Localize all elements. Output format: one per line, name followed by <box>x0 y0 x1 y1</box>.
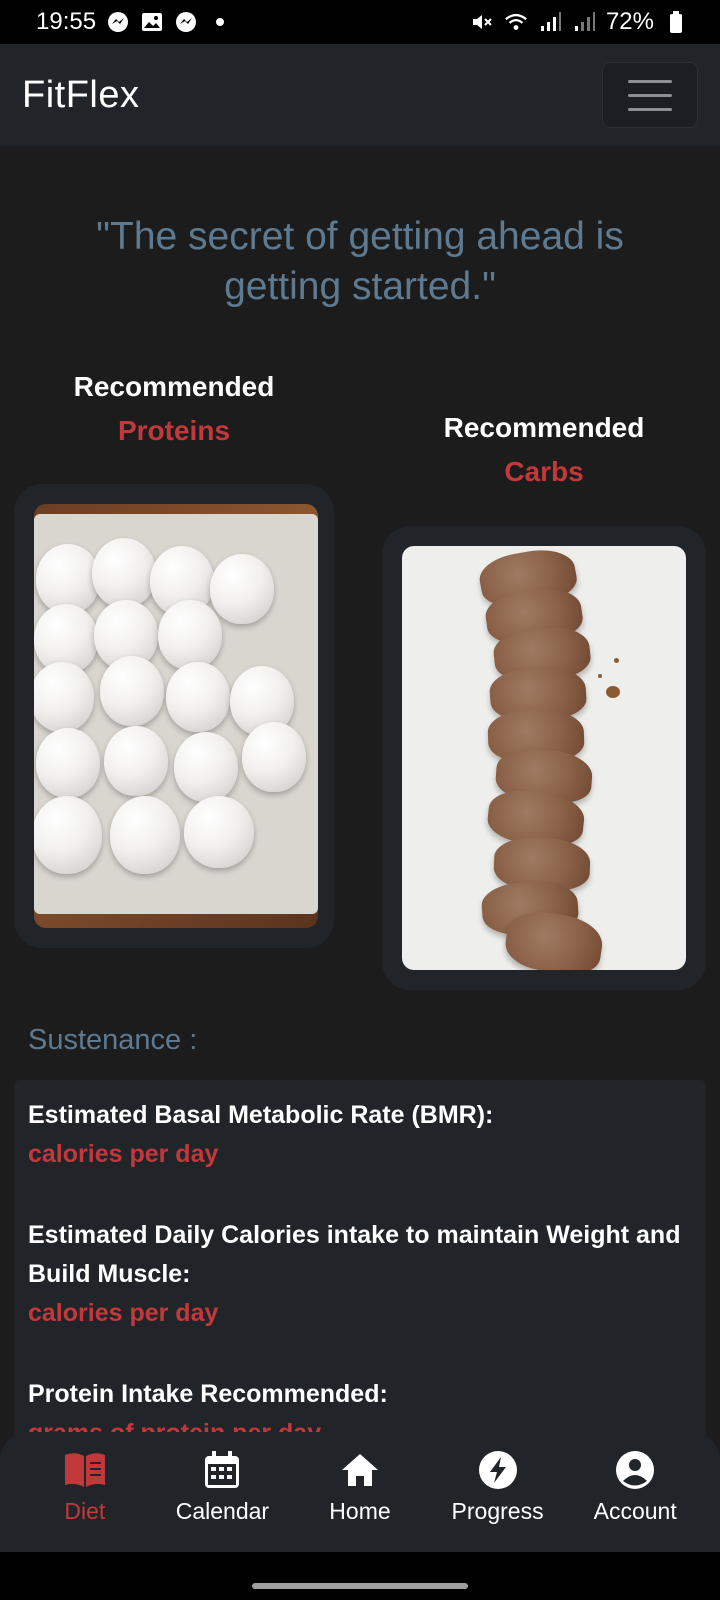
wifi-icon <box>504 10 528 34</box>
book-icon <box>63 1448 107 1492</box>
hamburger-menu-icon-line <box>628 79 672 83</box>
status-left: 19:55 <box>36 8 232 36</box>
brand-logo-text[interactable]: FitFlex <box>22 74 140 117</box>
nav-item-home[interactable]: Home <box>295 1448 425 1525</box>
system-gesture-bar <box>0 1552 720 1600</box>
nav-item-account[interactable]: Account <box>570 1448 700 1525</box>
lightning-icon <box>476 1448 520 1492</box>
nav-label: Progress <box>451 1498 544 1524</box>
recommended-title: Recommended <box>73 371 275 402</box>
nav-item-progress[interactable]: Progress <box>433 1448 563 1525</box>
signal-icon <box>538 10 562 34</box>
motivational-quote: "The secret of getting ahead is getting … <box>96 215 624 308</box>
recommended-category: Carbs <box>504 456 584 487</box>
recommended-carbs-heading: Recommended Carbs <box>376 406 712 494</box>
nav-item-calendar[interactable]: Calendar <box>157 1448 287 1525</box>
hamburger-menu-icon-line <box>628 93 672 97</box>
hamburger-menu-icon-line <box>628 107 672 111</box>
protein-intake-label: Protein Intake Recommended: <box>28 1380 388 1408</box>
recommended-category: Proteins <box>117 415 231 446</box>
sliced-bread-photo <box>402 546 686 970</box>
bottom-navigation: Diet Calendar Home Progress Account <box>0 1432 720 1552</box>
proteins-card[interactable] <box>14 484 334 948</box>
messenger-icon <box>174 10 198 34</box>
signal-icon <box>572 10 596 34</box>
daily-calories-label: Estimated Daily Calories intake to maint… <box>28 1221 681 1288</box>
nav-label: Account <box>593 1498 677 1524</box>
nav-label: Calendar <box>175 1498 270 1524</box>
gallery-icon <box>140 10 164 34</box>
eggs-in-tray-photo <box>34 504 318 928</box>
battery-icon <box>664 10 688 34</box>
account-icon <box>613 1448 657 1492</box>
status-right: 72% <box>470 8 688 36</box>
app-screen: 19:55 72% FitFlex "The secret of getting… <box>0 0 720 1600</box>
home-indicator-handle[interactable] <box>252 1583 468 1589</box>
battery-percent: 72% <box>605 8 654 35</box>
home-icon <box>338 1448 382 1492</box>
carbs-card[interactable] <box>382 526 706 990</box>
dot-icon <box>208 10 232 34</box>
sustenance-title: Sustenance : <box>28 1024 198 1056</box>
sustenance-panel: Estimated Basal Metabolic Rate (BMR): ca… <box>14 1080 706 1480</box>
bmr-label: Estimated Basal Metabolic Rate (BMR): <box>28 1101 494 1129</box>
recommended-proteins-heading: Recommended Proteins <box>14 365 334 453</box>
top-navbar: FitFlex <box>0 44 720 146</box>
messenger-icon <box>106 10 130 34</box>
hamburger-menu-button[interactable] <box>602 62 698 128</box>
mute-icon <box>470 10 494 34</box>
nav-label: Diet <box>64 1498 106 1524</box>
bmr-value: calories per day <box>28 1140 219 1168</box>
recommended-title: Recommended <box>443 412 645 443</box>
status-bar: 19:55 72% <box>0 0 720 44</box>
daily-calories-value: calories per day <box>28 1299 219 1327</box>
status-time: 19:55 <box>36 8 97 35</box>
nav-label: Home <box>329 1498 391 1524</box>
calendar-icon <box>200 1448 244 1492</box>
nav-item-diet[interactable]: Diet <box>20 1448 150 1525</box>
